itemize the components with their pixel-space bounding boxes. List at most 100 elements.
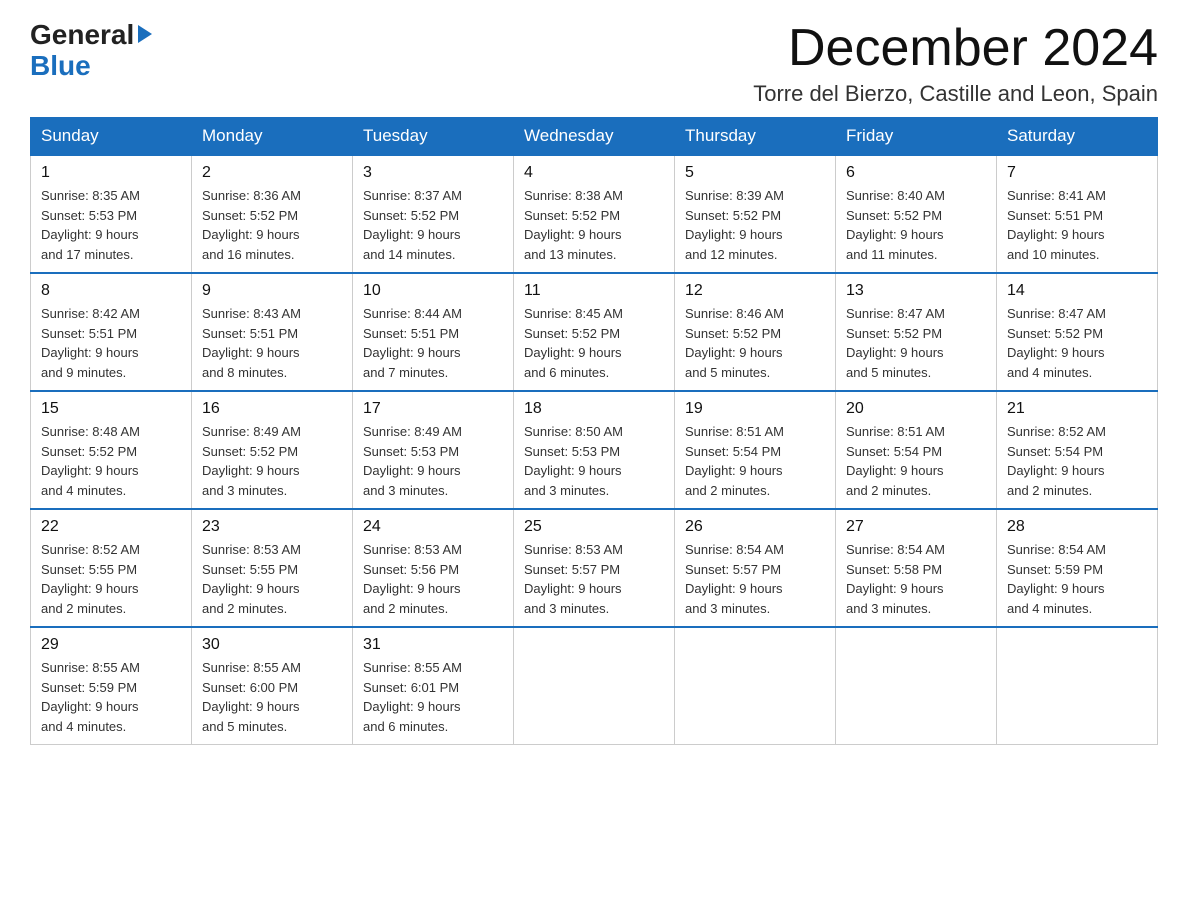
location-title: Torre del Bierzo, Castille and Leon, Spa… xyxy=(753,81,1158,107)
day-number: 23 xyxy=(202,518,342,536)
day-number: 9 xyxy=(202,282,342,300)
day-info: Sunrise: 8:53 AMSunset: 5:55 PMDaylight:… xyxy=(202,540,342,618)
day-info: Sunrise: 8:46 AMSunset: 5:52 PMDaylight:… xyxy=(685,304,825,382)
day-number: 20 xyxy=(846,400,986,418)
day-info: Sunrise: 8:47 AMSunset: 5:52 PMDaylight:… xyxy=(846,304,986,382)
day-info: Sunrise: 8:54 AMSunset: 5:59 PMDaylight:… xyxy=(1007,540,1147,618)
weekday-header-sunday: Sunday xyxy=(31,118,192,156)
calendar-cell: 29 Sunrise: 8:55 AMSunset: 5:59 PMDayligh… xyxy=(31,627,192,745)
day-number: 25 xyxy=(524,518,664,536)
day-number: 7 xyxy=(1007,164,1147,182)
calendar-cell: 27 Sunrise: 8:54 AMSunset: 5:58 PMDayligh… xyxy=(836,509,997,627)
day-number: 2 xyxy=(202,164,342,182)
day-number: 21 xyxy=(1007,400,1147,418)
day-info: Sunrise: 8:49 AMSunset: 5:53 PMDaylight:… xyxy=(363,422,503,500)
calendar-cell: 21Sunrise: 8:52 AMSunset: 5:54 PMDayligh… xyxy=(997,391,1158,509)
calendar-cell: 26Sunrise: 8:54 AMSunset: 5:57 PMDayligh… xyxy=(675,509,836,627)
day-info: Sunrise: 8:55 AMSunset: 6:00 PMDaylight:… xyxy=(202,658,342,736)
day-number: 29 xyxy=(41,636,181,654)
day-info: Sunrise: 8:44 AMSunset: 5:51 PMDaylight:… xyxy=(363,304,503,382)
calendar-cell: 23 Sunrise: 8:53 AMSunset: 5:55 PMDayligh… xyxy=(192,509,353,627)
weekday-header-thursday: Thursday xyxy=(675,118,836,156)
calendar-cell: 12 Sunrise: 8:46 AMSunset: 5:52 PMDayligh… xyxy=(675,273,836,391)
calendar-cell: 22 Sunrise: 8:52 AMSunset: 5:55 PMDayligh… xyxy=(31,509,192,627)
day-number: 12 xyxy=(685,282,825,300)
day-info: Sunrise: 8:41 AMSunset: 5:51 PMDaylight:… xyxy=(1007,186,1147,264)
day-info: Sunrise: 8:53 AMSunset: 5:57 PMDaylight:… xyxy=(524,540,664,618)
weekday-header-wednesday: Wednesday xyxy=(514,118,675,156)
day-info: Sunrise: 8:39 AMSunset: 5:52 PMDaylight:… xyxy=(685,186,825,264)
day-number: 22 xyxy=(41,518,181,536)
day-info: Sunrise: 8:40 AMSunset: 5:52 PMDaylight:… xyxy=(846,186,986,264)
day-number: 27 xyxy=(846,518,986,536)
calendar-cell: 13 Sunrise: 8:47 AMSunset: 5:52 PMDayligh… xyxy=(836,273,997,391)
day-info: Sunrise: 8:38 AMSunset: 5:52 PMDaylight:… xyxy=(524,186,664,264)
calendar-cell: 28 Sunrise: 8:54 AMSunset: 5:59 PMDayligh… xyxy=(997,509,1158,627)
day-info: Sunrise: 8:51 AMSunset: 5:54 PMDaylight:… xyxy=(685,422,825,500)
calendar-cell: 10Sunrise: 8:44 AMSunset: 5:51 PMDayligh… xyxy=(353,273,514,391)
calendar-cell: 6 Sunrise: 8:40 AMSunset: 5:52 PMDaylight… xyxy=(836,155,997,273)
day-info: Sunrise: 8:47 AMSunset: 5:52 PMDaylight:… xyxy=(1007,304,1147,382)
day-number: 30 xyxy=(202,636,342,654)
day-number: 3 xyxy=(363,164,503,182)
calendar-cell: 17Sunrise: 8:49 AMSunset: 5:53 PMDayligh… xyxy=(353,391,514,509)
calendar-cell: 9 Sunrise: 8:43 AMSunset: 5:51 PMDaylight… xyxy=(192,273,353,391)
weekday-header-saturday: Saturday xyxy=(997,118,1158,156)
day-info: Sunrise: 8:54 AMSunset: 5:58 PMDaylight:… xyxy=(846,540,986,618)
day-number: 13 xyxy=(846,282,986,300)
day-info: Sunrise: 8:55 AMSunset: 6:01 PMDaylight:… xyxy=(363,658,503,736)
calendar-cell: 24 Sunrise: 8:53 AMSunset: 5:56 PMDayligh… xyxy=(353,509,514,627)
weekday-header-friday: Friday xyxy=(836,118,997,156)
calendar-cell: 7 Sunrise: 8:41 AMSunset: 5:51 PMDaylight… xyxy=(997,155,1158,273)
calendar-cell xyxy=(997,627,1158,745)
calendar-week-row: 8 Sunrise: 8:42 AMSunset: 5:51 PMDaylight… xyxy=(31,273,1158,391)
day-info: Sunrise: 8:51 AMSunset: 5:54 PMDaylight:… xyxy=(846,422,986,500)
calendar-cell: 30 Sunrise: 8:55 AMSunset: 6:00 PMDayligh… xyxy=(192,627,353,745)
calendar-cell: 3 Sunrise: 8:37 AMSunset: 5:52 PMDaylight… xyxy=(353,155,514,273)
calendar-cell: 18Sunrise: 8:50 AMSunset: 5:53 PMDayligh… xyxy=(514,391,675,509)
weekday-header-monday: Monday xyxy=(192,118,353,156)
calendar-cell: 16Sunrise: 8:49 AMSunset: 5:52 PMDayligh… xyxy=(192,391,353,509)
day-number: 31 xyxy=(363,636,503,654)
day-info: Sunrise: 8:52 AMSunset: 5:55 PMDaylight:… xyxy=(41,540,181,618)
calendar-cell xyxy=(675,627,836,745)
calendar-week-row: 1Sunrise: 8:35 AMSunset: 5:53 PMDaylight… xyxy=(31,155,1158,273)
calendar-week-row: 29 Sunrise: 8:55 AMSunset: 5:59 PMDayligh… xyxy=(31,627,1158,745)
calendar-cell: 5 Sunrise: 8:39 AMSunset: 5:52 PMDaylight… xyxy=(675,155,836,273)
day-number: 11 xyxy=(524,282,664,300)
day-info: Sunrise: 8:55 AMSunset: 5:59 PMDaylight:… xyxy=(41,658,181,736)
title-section: December 2024 Torre del Bierzo, Castille… xyxy=(753,20,1158,107)
calendar-cell: 1Sunrise: 8:35 AMSunset: 5:53 PMDaylight… xyxy=(31,155,192,273)
weekday-header-row: SundayMondayTuesdayWednesdayThursdayFrid… xyxy=(31,118,1158,156)
day-number: 28 xyxy=(1007,518,1147,536)
month-title: December 2024 xyxy=(753,20,1158,77)
day-info: Sunrise: 8:37 AMSunset: 5:52 PMDaylight:… xyxy=(363,186,503,264)
day-info: Sunrise: 8:49 AMSunset: 5:52 PMDaylight:… xyxy=(202,422,342,500)
day-number: 8 xyxy=(41,282,181,300)
calendar-cell: 4Sunrise: 8:38 AMSunset: 5:52 PMDaylight… xyxy=(514,155,675,273)
logo-arrow-icon xyxy=(138,25,152,43)
logo-general: General xyxy=(30,20,152,51)
logo: General Blue xyxy=(30,20,152,82)
calendar-cell: 19 Sunrise: 8:51 AMSunset: 5:54 PMDayligh… xyxy=(675,391,836,509)
calendar-cell: 11Sunrise: 8:45 AMSunset: 5:52 PMDayligh… xyxy=(514,273,675,391)
day-info: Sunrise: 8:42 AMSunset: 5:51 PMDaylight:… xyxy=(41,304,181,382)
day-info: Sunrise: 8:53 AMSunset: 5:56 PMDaylight:… xyxy=(363,540,503,618)
page-header: General Blue December 2024 Torre del Bie… xyxy=(30,20,1158,107)
calendar-week-row: 15Sunrise: 8:48 AMSunset: 5:52 PMDayligh… xyxy=(31,391,1158,509)
day-info: Sunrise: 8:54 AMSunset: 5:57 PMDaylight:… xyxy=(685,540,825,618)
day-info: Sunrise: 8:35 AMSunset: 5:53 PMDaylight:… xyxy=(41,186,181,264)
day-info: Sunrise: 8:50 AMSunset: 5:53 PMDaylight:… xyxy=(524,422,664,500)
calendar-cell xyxy=(836,627,997,745)
calendar-cell: 20 Sunrise: 8:51 AMSunset: 5:54 PMDayligh… xyxy=(836,391,997,509)
calendar-cell: 31 Sunrise: 8:55 AMSunset: 6:01 PMDayligh… xyxy=(353,627,514,745)
day-info: Sunrise: 8:43 AMSunset: 5:51 PMDaylight:… xyxy=(202,304,342,382)
calendar-cell: 2Sunrise: 8:36 AMSunset: 5:52 PMDaylight… xyxy=(192,155,353,273)
day-number: 19 xyxy=(685,400,825,418)
day-number: 24 xyxy=(363,518,503,536)
calendar-cell: 14Sunrise: 8:47 AMSunset: 5:52 PMDayligh… xyxy=(997,273,1158,391)
day-number: 5 xyxy=(685,164,825,182)
day-number: 6 xyxy=(846,164,986,182)
calendar-cell: 8 Sunrise: 8:42 AMSunset: 5:51 PMDaylight… xyxy=(31,273,192,391)
calendar-cell xyxy=(514,627,675,745)
